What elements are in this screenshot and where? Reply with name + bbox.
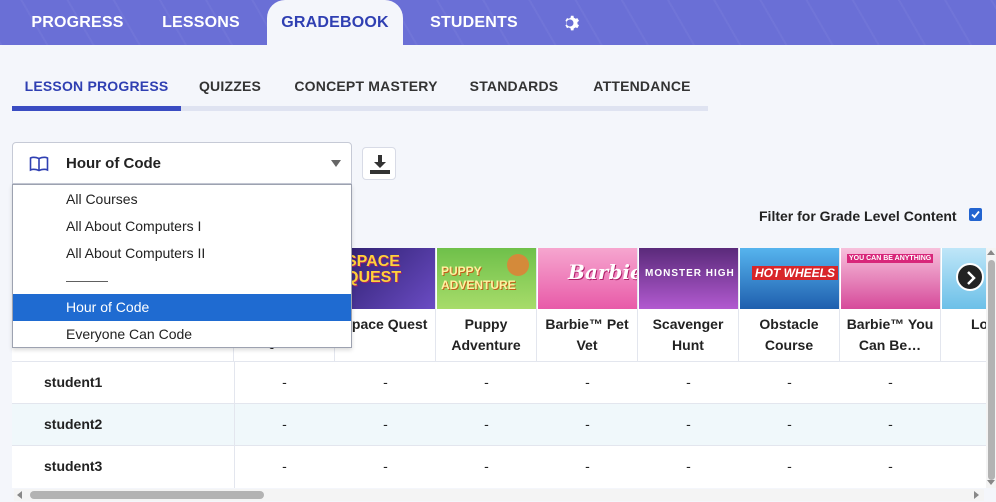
- progress-cell[interactable]: -: [335, 416, 436, 432]
- scroll-right-button[interactable]: [956, 263, 984, 291]
- student-name[interactable]: student3: [44, 458, 102, 474]
- lesson-title: Scavenger Hunt: [652, 316, 724, 353]
- lesson-column[interactable]: PUPPY ADVENTURE Puppy Adventure: [436, 248, 537, 361]
- tab-lessons[interactable]: LESSONS: [146, 0, 256, 45]
- course-option-all-about-computers-2[interactable]: All About Computers II: [13, 240, 351, 267]
- course-select[interactable]: Hour of Code: [12, 142, 352, 184]
- grade-level-filter-checkbox[interactable]: [969, 208, 982, 221]
- download-button[interactable]: [362, 147, 396, 180]
- progress-cell[interactable]: -: [537, 458, 638, 474]
- scroll-up-arrow-icon[interactable]: [987, 250, 995, 255]
- progress-cell[interactable]: -: [234, 458, 335, 474]
- top-nav: PROGRESS LESSONS GRADEBOOK STUDENTS: [0, 0, 996, 45]
- tab-gradebook[interactable]: GRADEBOOK: [267, 0, 403, 45]
- student-name[interactable]: student1: [44, 374, 102, 390]
- subtab-lesson-progress[interactable]: LESSON PROGRESS: [12, 68, 181, 106]
- scroll-left-arrow-icon[interactable]: [17, 491, 22, 499]
- progress-cell[interactable]: -: [335, 458, 436, 474]
- progress-cell[interactable]: -: [234, 416, 335, 432]
- progress-cell[interactable]: -: [436, 374, 537, 390]
- scroll-down-arrow-icon[interactable]: [987, 480, 995, 485]
- progress-cell[interactable]: -: [638, 458, 739, 474]
- tab-students[interactable]: STUDENTS: [416, 0, 532, 45]
- tab-progress[interactable]: PROGRESS: [20, 0, 135, 45]
- progress-cell[interactable]: -: [234, 374, 335, 390]
- thumbnail-art-text: SPACE QUEST: [346, 253, 402, 286]
- horizontal-scrollbar[interactable]: [14, 489, 984, 501]
- subtab-concept-mastery[interactable]: CONCEPT MASTERY: [290, 68, 442, 106]
- student-name[interactable]: student2: [44, 416, 102, 432]
- lesson-thumbnail: YOU CAN BE ANYTHING: [841, 248, 940, 309]
- course-option-hour-of-code[interactable]: Hour of Code: [13, 294, 351, 321]
- progress-cell[interactable]: -: [739, 374, 840, 390]
- subtab-active-indicator: [12, 106, 181, 111]
- lesson-column[interactable]: YOU CAN BE ANYTHING Barbie™ You Can Be…: [840, 248, 941, 361]
- download-icon: [370, 155, 390, 174]
- progress-cell[interactable]: -: [739, 458, 840, 474]
- lesson-thumbnail: Barbie: [538, 248, 637, 309]
- subtab-standards[interactable]: STANDARDS: [462, 68, 566, 106]
- subtab-quizzes[interactable]: QUIZZES: [187, 68, 273, 106]
- horizontal-scroll-thumb[interactable]: [30, 491, 264, 499]
- thumbnail-art-text: Barbie: [568, 260, 637, 284]
- lesson-column[interactable]: Barbie Barbie™ Pet Vet: [537, 248, 638, 361]
- course-option-separator: ———: [66, 272, 108, 288]
- course-option-all-about-computers-1[interactable]: All About Computers I: [13, 213, 351, 240]
- table-row: student1 - - - - - - -: [12, 361, 996, 404]
- checkmark-icon: [971, 210, 980, 219]
- lesson-title: Obstacle Course: [759, 316, 819, 353]
- lesson-thumbnail: MONSTER HIGH: [639, 248, 738, 309]
- gear-icon[interactable]: [561, 14, 581, 34]
- thumbnail-art-text: HOT WHEELS: [752, 266, 838, 280]
- chevron-right-icon: [967, 271, 976, 285]
- progress-cell[interactable]: -: [840, 374, 941, 390]
- progress-cell[interactable]: -: [537, 374, 638, 390]
- book-icon: [29, 156, 49, 172]
- lesson-thumbnail: PUPPY ADVENTURE: [437, 248, 536, 309]
- lesson-title: Barbie™ You Can Be…: [846, 316, 934, 353]
- progress-cell[interactable]: -: [739, 416, 840, 432]
- thumbnail-art-text: MONSTER HIGH: [645, 268, 735, 279]
- puppy-art: [507, 254, 529, 276]
- progress-cell[interactable]: -: [436, 458, 537, 474]
- progress-cell[interactable]: -: [840, 458, 941, 474]
- progress-cell[interactable]: -: [638, 374, 739, 390]
- table-row: student2 - - - - - - -: [12, 403, 996, 446]
- thumbnail-art-text: YOU CAN BE ANYTHING: [847, 254, 934, 263]
- progress-cell[interactable]: -: [840, 416, 941, 432]
- progress-cell[interactable]: -: [537, 416, 638, 432]
- scroll-right-arrow-icon[interactable]: [974, 491, 979, 499]
- vertical-scroll-thumb[interactable]: [988, 260, 995, 480]
- lesson-column[interactable]: HOT WHEELS Obstacle Course: [739, 248, 840, 361]
- progress-cell[interactable]: -: [436, 416, 537, 432]
- grade-level-filter-label: Filter for Grade Level Content: [759, 208, 957, 224]
- course-dropdown-menu: All Courses All About Computers I All Ab…: [12, 184, 352, 348]
- course-select-value: Hour of Code: [66, 155, 161, 172]
- gradebook-subtabs: LESSON PROGRESS QUIZZES CONCEPT MASTERY …: [12, 68, 708, 111]
- vertical-scrollbar[interactable]: [986, 248, 996, 488]
- lesson-title: Puppy Adventure: [451, 316, 521, 353]
- table-row: student3 - - - - - - -: [12, 445, 996, 488]
- progress-cell[interactable]: -: [638, 416, 739, 432]
- lesson-column[interactable]: MONSTER HIGH Scavenger Hunt: [638, 248, 739, 361]
- progress-cell[interactable]: -: [335, 374, 436, 390]
- lesson-thumbnail: HOT WHEELS: [740, 248, 839, 309]
- course-option-everyone-can-code[interactable]: Everyone Can Code: [13, 321, 351, 348]
- lesson-title: Barbie™ Pet Vet: [545, 316, 629, 353]
- subtab-attendance[interactable]: ATTENDANCE: [587, 68, 697, 106]
- chevron-down-icon: [331, 160, 341, 167]
- course-option-all-courses[interactable]: All Courses: [13, 186, 351, 213]
